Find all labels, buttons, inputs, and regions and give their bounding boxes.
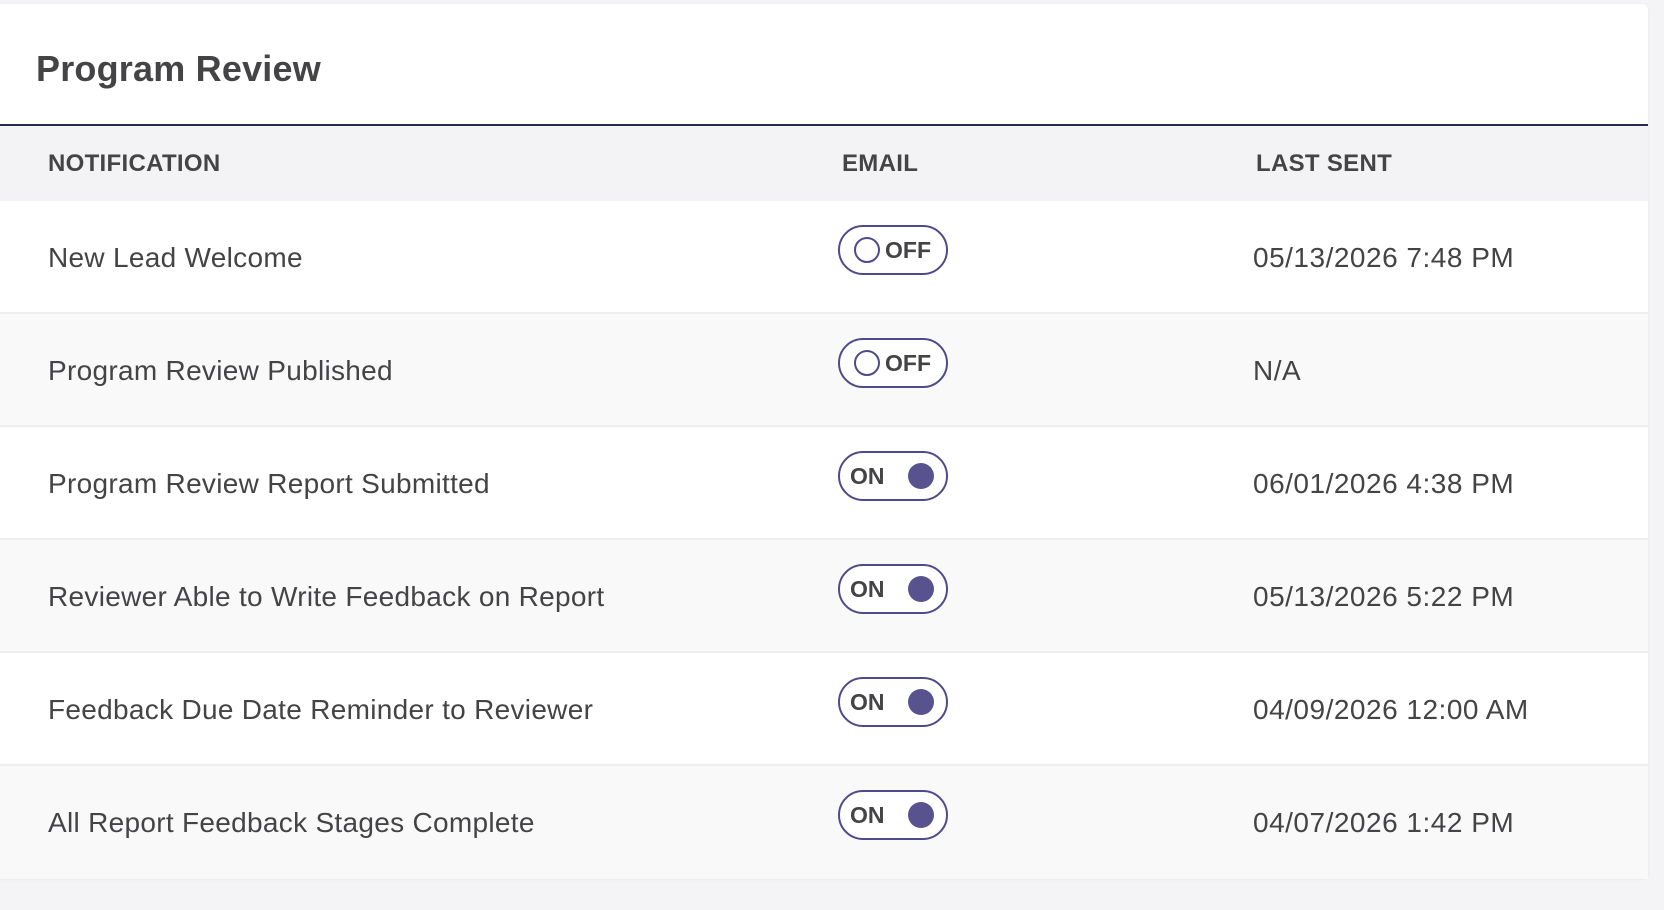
last-sent-value: 06/01/2026 4:38 PM: [1253, 468, 1515, 499]
table-row: Reviewer Able to Write Feedback on Repor…: [0, 540, 1648, 653]
toggle-knob: [854, 350, 880, 376]
table-body: New Lead Welcome OFF 05/13/2026 7:48 PM …: [0, 201, 1648, 879]
column-header-email: EMAIL: [842, 150, 919, 177]
toggle-label: OFF: [885, 237, 931, 263]
notifications-table: NOTIFICATION EMAIL LAST SENT New Lead We…: [0, 126, 1648, 879]
notification-name: Feedback Due Date Reminder to Reviewer: [48, 694, 594, 725]
page-title: Program Review: [36, 48, 321, 89]
toggle-label: ON: [850, 463, 885, 489]
toggle-knob: [908, 576, 934, 602]
email-toggle[interactable]: OFF: [838, 338, 948, 388]
toggle-knob: [854, 237, 880, 263]
last-sent-value: 05/13/2026 7:48 PM: [1253, 242, 1515, 273]
table-header-row: NOTIFICATION EMAIL LAST SENT: [0, 126, 1648, 201]
last-sent-value: 04/07/2026 1:42 PM: [1253, 807, 1515, 838]
email-toggle[interactable]: ON: [838, 451, 948, 501]
card-header: Program Review: [0, 4, 1648, 126]
email-toggle[interactable]: ON: [838, 677, 948, 727]
toggle-label: OFF: [885, 350, 931, 376]
notification-name: Program Review Published: [48, 355, 393, 386]
toggle-knob: [908, 689, 934, 715]
toggle-label: ON: [850, 689, 885, 715]
email-toggle[interactable]: OFF: [838, 225, 948, 275]
notification-name: New Lead Welcome: [48, 242, 303, 273]
last-sent-value: N/A: [1253, 355, 1302, 386]
column-header-last-sent: LAST SENT: [1256, 150, 1393, 177]
table-row: Program Review Published OFF N/A: [0, 314, 1648, 427]
toggle-knob: [908, 463, 934, 489]
last-sent-value: 04/09/2026 12:00 AM: [1253, 694, 1529, 725]
column-header-notification: NOTIFICATION: [48, 150, 221, 177]
email-toggle[interactable]: ON: [838, 564, 948, 614]
table-row: Feedback Due Date Reminder to Reviewer O…: [0, 653, 1648, 766]
table-row: Program Review Report Submitted ON 06/01…: [0, 427, 1648, 540]
last-sent-value: 05/13/2026 5:22 PM: [1253, 581, 1515, 612]
toggle-label: ON: [850, 802, 885, 828]
toggle-knob: [908, 802, 934, 828]
notification-name: All Report Feedback Stages Complete: [48, 807, 535, 838]
notification-name: Program Review Report Submitted: [48, 468, 490, 499]
program-review-card: Program Review NOTIFICATION EMAIL LAST S…: [0, 4, 1648, 879]
table-row: New Lead Welcome OFF 05/13/2026 7:48 PM: [0, 201, 1648, 314]
email-toggle[interactable]: ON: [838, 790, 948, 840]
notification-name: Reviewer Able to Write Feedback on Repor…: [48, 581, 605, 612]
table-row: All Report Feedback Stages Complete ON 0…: [0, 766, 1648, 879]
toggle-label: ON: [850, 576, 885, 602]
